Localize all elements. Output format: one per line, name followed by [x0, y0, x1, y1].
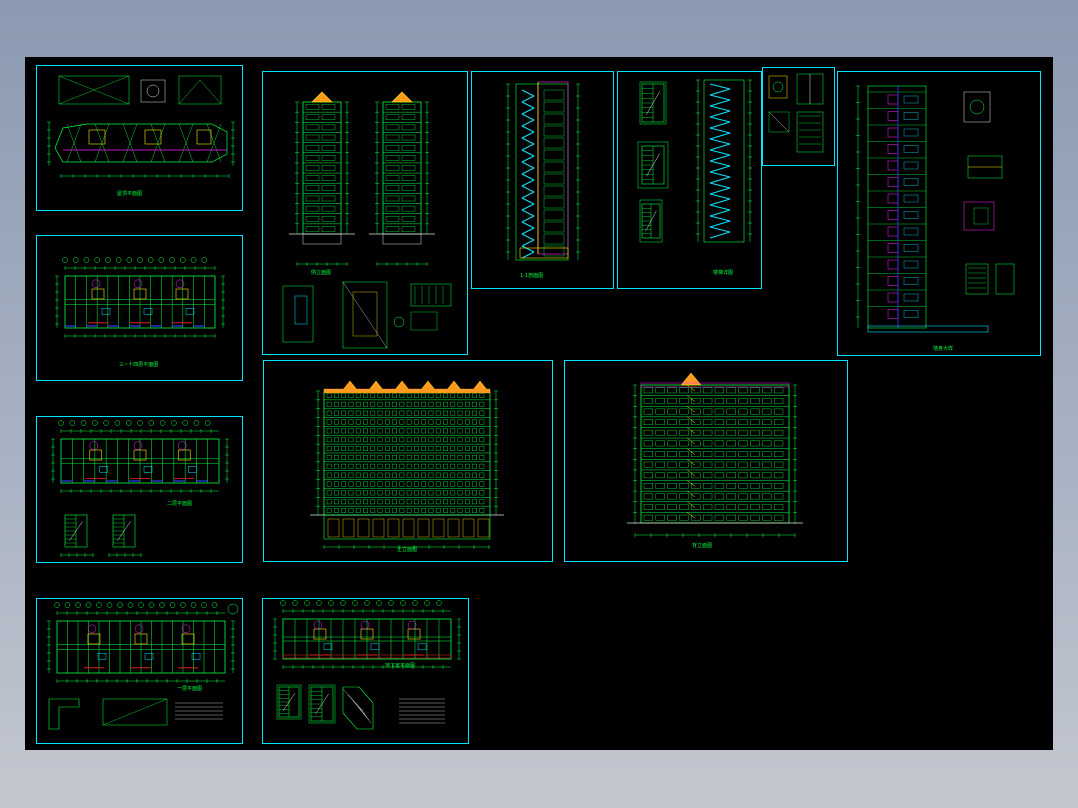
drawing-canvas[interactable]: 屋顶平面图 三~十四层平面图 二层平面图 一层平面图 侧立面图 1-1剖面图 楼…: [25, 57, 1053, 750]
front-elevation-drawing: [310, 380, 504, 549]
front-elevation-title: 正立面图: [397, 547, 418, 553]
typical-floor-plan-title: 三~十四层平面图: [119, 362, 159, 368]
sheet-front-elevation[interactable]: 正立面图: [263, 360, 553, 562]
stair-details-drawing: [637, 79, 752, 243]
sheet-small-details[interactable]: [762, 67, 835, 166]
sheet-rear-elevation[interactable]: 背立面图: [564, 360, 848, 562]
sheet-wall-section[interactable]: 墙身大样: [837, 71, 1041, 356]
second-floor-plan-title: 二层平面图: [167, 501, 193, 507]
sheet-stair-details[interactable]: 楼梯详图: [617, 71, 762, 289]
sheet-stair-section-1[interactable]: 1-1剖面图: [471, 71, 614, 289]
roof-plan-title: 屋顶平面图: [117, 191, 143, 197]
ground-floor-plan-drawing: [47, 602, 239, 730]
stair-section-drawing: [506, 81, 580, 261]
sheet-basement-plan[interactable]: 地下室平面图: [262, 598, 469, 744]
sheet-side-elevations[interactable]: 侧立面图: [262, 71, 468, 355]
sheet-second-floor-plan[interactable]: 二层平面图: [36, 416, 243, 563]
sheet-ground-floor-plan[interactable]: 一层平面图: [36, 598, 243, 744]
rear-elevation-drawing: [627, 372, 803, 537]
sheet-typical-floor-plan[interactable]: 三~十四层平面图: [36, 235, 243, 381]
basement-plan-drawing: [273, 600, 461, 730]
stair-details-title: 楼梯详图: [713, 270, 734, 276]
stair-section-title: 1-1剖面图: [520, 273, 544, 279]
basement-plan-title: 地下室平面图: [385, 663, 416, 669]
wall-section-title: 墙身大样: [933, 346, 954, 352]
ground-floor-plan-title: 一层平面图: [177, 686, 203, 692]
side-elevations-drawing: [282, 91, 452, 349]
roof-plan-drawing: [47, 75, 235, 178]
rear-elevation-title: 背立面图: [692, 543, 713, 549]
sheet-roof-plan[interactable]: 屋顶平面图: [36, 65, 243, 211]
small-details-drawing: [768, 73, 824, 153]
typical-floor-plan-drawing: [55, 257, 225, 338]
wall-section-drawing: [856, 85, 1015, 333]
second-floor-plan-drawing: [51, 420, 229, 557]
side-elevations-title: 侧立面图: [311, 270, 332, 276]
